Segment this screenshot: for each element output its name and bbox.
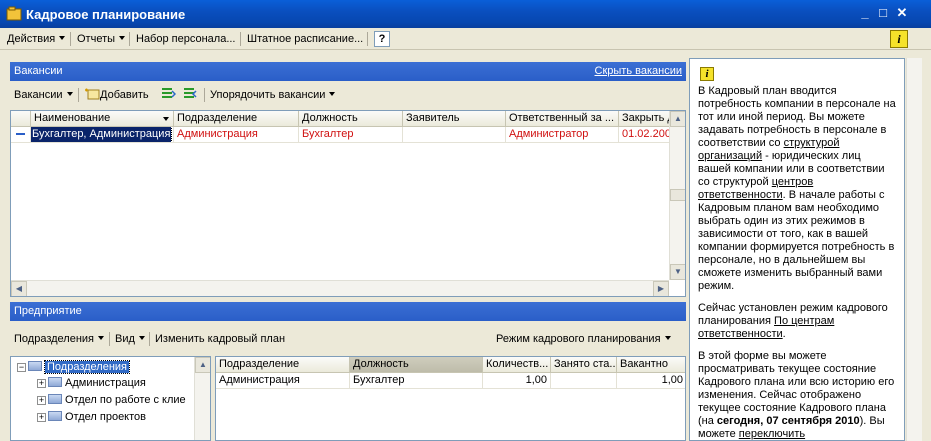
enterprise-title: Предприятие: [14, 305, 82, 317]
scroll-up-arrow-icon[interactable]: ▲: [670, 111, 685, 127]
col-staff-department[interactable]: Подразделение: [216, 357, 350, 373]
col-close-date[interactable]: Закрыть д: [619, 111, 671, 127]
scroll-down-arrow-icon[interactable]: ▼: [670, 264, 685, 280]
departments-tree: − Подразделения + Администрация + Отдел по …: [10, 356, 211, 441]
col-department[interactable]: Подразделение: [174, 111, 299, 127]
expand-icon[interactable]: +: [37, 379, 46, 388]
scroll-left-arrow-icon[interactable]: ◀: [11, 281, 27, 296]
window-title: Кадровое планирование: [26, 7, 186, 22]
info-text: В Кадровый план вводится потребность ком…: [698, 85, 896, 440]
folder-icon: [48, 411, 62, 421]
col-name[interactable]: Наименование: [31, 111, 174, 127]
col-staff-position[interactable]: Должность: [350, 357, 483, 373]
menu-bar: Действия Отчеты Набор персонала... Штатн…: [0, 28, 931, 50]
vacancies-hscroll[interactable]: ◀ ▶: [11, 280, 669, 296]
vacancies-header: Вакансии Скрыть вакансии: [10, 62, 686, 81]
cell-close-date[interactable]: 01.02.200: [619, 127, 671, 143]
vacancies-toolbar: Вакансии Добавить Упорядочить вакансии: [10, 84, 686, 106]
tree-item-administration[interactable]: + Администрация: [37, 375, 146, 391]
info-panel: i В Кадровый план вводится потребность к…: [689, 58, 905, 441]
actions-menu[interactable]: Действия: [3, 31, 69, 47]
col-staff-occupied[interactable]: Занято ста...: [551, 357, 617, 373]
level-up-icon[interactable]: [158, 87, 178, 103]
departments-menu[interactable]: Подразделения: [12, 331, 106, 347]
vacancies-menu[interactable]: Вакансии: [12, 87, 75, 103]
vacancies-table: Наименование Подразделение Должность Зая…: [10, 110, 686, 297]
info-toggle-icon[interactable]: i: [890, 30, 908, 48]
view-menu[interactable]: Вид: [113, 331, 147, 347]
vacancies-vscroll[interactable]: ▲ ▼: [669, 111, 685, 280]
folder-icon: [48, 394, 62, 404]
col-position[interactable]: Должность: [299, 111, 403, 127]
cell-staff-count[interactable]: 1,00: [483, 373, 551, 389]
scroll-thumb[interactable]: [670, 189, 685, 201]
planning-mode-menu[interactable]: Режим кадрового планирования: [494, 331, 673, 347]
switch-link[interactable]: переключить: [739, 428, 805, 440]
info-panel-vscroll[interactable]: [906, 58, 922, 441]
collapse-icon[interactable]: −: [17, 363, 26, 372]
tree-item-clients-dept[interactable]: + Отдел по работе с клие: [37, 392, 186, 408]
sort-vacancies-menu[interactable]: Упорядочить вакансии: [208, 87, 337, 103]
staffing-button[interactable]: Штатное расписание...: [243, 31, 367, 47]
col-applicant[interactable]: Заявитель: [403, 111, 506, 127]
enterprise-header: Предприятие: [10, 302, 686, 321]
close-button[interactable]: ✕: [893, 5, 911, 23]
cell-staff-occupied[interactable]: [551, 373, 617, 389]
cell-position[interactable]: Бухгалтер: [299, 127, 403, 143]
col-responsible[interactable]: Ответственный за ...: [506, 111, 619, 127]
cell-responsible[interactable]: Администратор: [506, 127, 619, 143]
cell-applicant[interactable]: [403, 127, 506, 143]
add-button[interactable]: Добавить: [82, 87, 151, 103]
staff-table: Подразделение Должность Количеств... Зан…: [215, 356, 686, 441]
folder-icon: [28, 361, 42, 371]
col-staff-vacant[interactable]: Вакантно: [617, 357, 685, 373]
hide-vacancies-link[interactable]: Скрыть вакансии: [595, 62, 682, 81]
info-paragraph-1: В Кадровый план вводится потребность ком…: [698, 85, 896, 292]
cell-name[interactable]: Бухгалтер, Администрация: [31, 127, 173, 142]
cell-staff-position[interactable]: Бухгалтер: [350, 373, 483, 389]
expand-icon[interactable]: +: [37, 396, 46, 405]
info-paragraph-3: В этой форме вы можете просматривать тек…: [698, 350, 895, 440]
folder-icon: [48, 377, 62, 387]
app-icon: [6, 6, 22, 21]
scroll-right-arrow-icon[interactable]: ▶: [653, 281, 669, 296]
scroll-up-arrow-icon[interactable]: ▲: [195, 357, 210, 373]
recruit-button[interactable]: Набор персонала...: [132, 31, 239, 47]
info-paragraph-2: Сейчас установлен режим кадрового планир…: [698, 302, 888, 340]
expand-icon[interactable]: +: [37, 413, 46, 422]
cell-staff-department[interactable]: Администрация: [216, 373, 350, 389]
tree-item-projects-dept[interactable]: + Отдел проектов: [37, 409, 146, 425]
minimize-button[interactable]: _: [856, 5, 874, 23]
info-icon: i: [700, 67, 714, 81]
cell-department[interactable]: Администрация: [174, 127, 299, 143]
title-bar: Кадровое планирование _ □ ✕: [0, 0, 931, 28]
add-icon: [85, 88, 100, 100]
row-status-icon: [11, 127, 31, 143]
cell-staff-vacant[interactable]: 1,00: [617, 373, 685, 389]
reports-menu[interactable]: Отчеты: [73, 31, 129, 47]
level-down-icon[interactable]: [180, 87, 200, 103]
tree-vscroll[interactable]: ▲: [194, 357, 210, 440]
change-plan-button[interactable]: Изменить кадровый план: [153, 331, 287, 347]
maximize-button[interactable]: □: [874, 5, 892, 23]
vacancies-title: Вакансии: [14, 65, 63, 77]
help-button[interactable]: ?: [374, 31, 390, 47]
col-staff-count[interactable]: Количеств...: [483, 357, 551, 373]
enterprise-toolbar: Подразделения Вид Изменить кадровый план…: [10, 328, 686, 350]
tree-root[interactable]: − Подразделения: [17, 359, 130, 375]
